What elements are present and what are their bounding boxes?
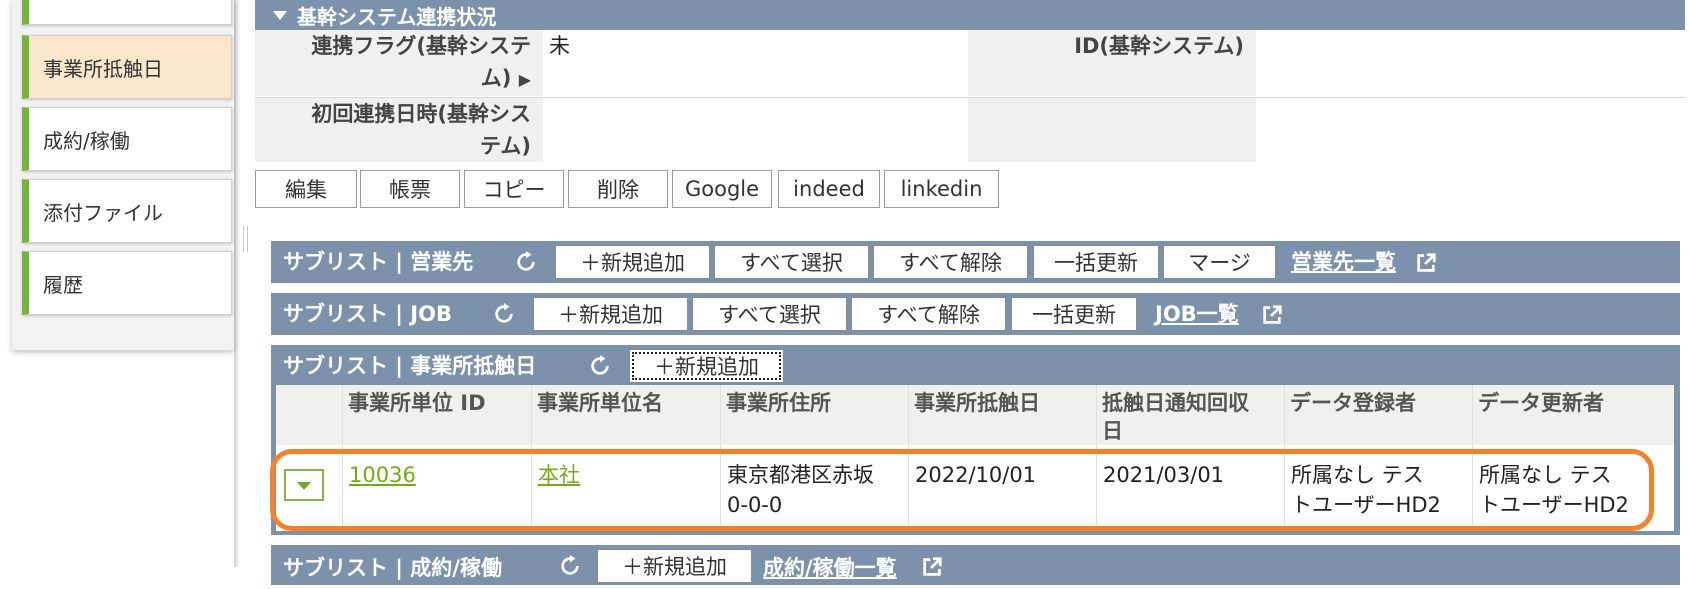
bulk-update-button[interactable]: 一括更新 — [1033, 245, 1159, 279]
sidebar-item-label: 成約/稼働 — [43, 128, 130, 153]
label-line: 初回連携日時(基幹シス — [311, 102, 531, 126]
sublist-job-bar: サブリスト | JOB ＋新規追加 すべて選択 すべて解除 一括更新 JOB一覧 — [271, 293, 1680, 335]
sidebar-item-history[interactable]: 履歴 — [22, 251, 232, 315]
sublist-title: サブリスト | 営業先 — [283, 250, 474, 274]
label-line: ム) ▶ — [255, 62, 531, 96]
label-line-text: ム) — [480, 66, 512, 90]
add-new-button[interactable]: ＋新規追加 — [597, 549, 752, 583]
link-flag-value: 未 — [549, 34, 570, 58]
add-new-button[interactable]: ＋新規追加 — [533, 297, 688, 331]
refresh-icon[interactable] — [493, 303, 515, 325]
merge-button[interactable]: マージ — [1163, 245, 1276, 279]
sidebar-item-attachments[interactable]: 添付ファイル — [22, 179, 232, 243]
label-line: 連携フラグ(基幹システ — [311, 34, 531, 58]
report-button[interactable]: 帳票 — [360, 170, 460, 208]
sublist-eigyo-bar: サブリスト | 営業先 ＋新規追加 すべて選択 すべて解除 一括更新 マージ 営… — [271, 241, 1680, 283]
bulk-update-button[interactable]: 一括更新 — [1011, 297, 1137, 331]
job-list-link[interactable]: JOB一覧 — [1155, 293, 1239, 335]
copy-button[interactable]: コピー — [464, 170, 564, 208]
column-header[interactable]: データ更新者 — [1478, 389, 1604, 417]
refresh-icon[interactable] — [559, 555, 581, 577]
label-line: テム) — [480, 134, 531, 158]
google-button[interactable]: Google — [672, 170, 772, 208]
column-header[interactable]: 抵触日通知回収 — [1102, 389, 1249, 417]
edit-button[interactable]: 編集 — [255, 170, 357, 208]
external-link-icon[interactable] — [1261, 304, 1283, 326]
sidebar-item-label: 添付ファイル — [43, 200, 163, 225]
column-header[interactable]: 事業所住所 — [726, 389, 831, 417]
external-link-icon[interactable] — [921, 556, 943, 578]
column-header[interactable]: データ登録者 — [1290, 389, 1416, 417]
link-flag-label: 連携フラグ(基幹システ ム) ▶ — [255, 30, 543, 96]
select-all-button[interactable]: すべて選択 — [714, 245, 869, 279]
refresh-icon[interactable] — [515, 251, 537, 273]
section-header[interactable]: 基幹システム連携状況 — [255, 0, 1685, 30]
sublist-title: サブリスト | 事業所抵触日 — [283, 354, 537, 378]
refresh-icon[interactable] — [589, 355, 611, 377]
column-header[interactable]: 事業所単位名 — [537, 389, 663, 417]
sublist-title: サブリスト | JOB — [283, 302, 452, 326]
collapse-triangle-icon — [273, 10, 287, 20]
first-link-date-label: 初回連携日時(基幹シス テム) — [255, 98, 543, 162]
sidebar-item-prev[interactable] — [22, 0, 232, 25]
indeed-button[interactable]: indeed — [778, 170, 880, 208]
play-triangle-icon[interactable]: ▶ — [519, 70, 531, 89]
select-all-button[interactable]: すべて選択 — [692, 297, 847, 331]
linkedin-button[interactable]: linkedin — [884, 170, 999, 208]
contract-list-link[interactable]: 成約/稼働一覧 — [763, 547, 897, 589]
id-label: ID(基幹システム) — [968, 30, 1256, 96]
add-new-button[interactable]: ＋新規追加 — [555, 245, 710, 279]
deselect-all-button[interactable]: すべて解除 — [873, 245, 1028, 279]
sublist-title: サブリスト | 成約/稼働 — [283, 556, 502, 580]
pane-shadow — [234, 0, 240, 567]
add-new-button[interactable]: ＋新規追加 — [629, 349, 784, 383]
table-header: 事業所単位 ID 事業所単位名 事業所住所 事業所抵触日 抵触日通知回収 日 デ… — [276, 385, 1674, 445]
deselect-all-button[interactable]: すべて解除 — [851, 297, 1006, 331]
sidebar: 事業所抵触日 成約/稼働 添付ファイル 履歴 — [12, 0, 234, 350]
sidebar-item-label: 履歴 — [43, 272, 83, 297]
column-header[interactable]: 事業所単位 ID — [348, 389, 486, 417]
sidebar-item-office-conflict-date[interactable]: 事業所抵触日 — [22, 35, 232, 99]
sidebar-item-label: 事業所抵触日 — [43, 56, 163, 81]
row-highlight-annotation — [270, 449, 1654, 531]
delete-button[interactable]: 削除 — [568, 170, 668, 208]
resize-handle[interactable] — [243, 226, 248, 252]
sidebar-item-contract[interactable]: 成約/稼働 — [22, 107, 232, 171]
eigyo-list-link[interactable]: 営業先一覧 — [1291, 241, 1396, 283]
section-title: 基幹システム連携状況 — [297, 4, 497, 29]
external-link-icon[interactable] — [1415, 252, 1437, 274]
column-header-wrap: 日 — [1102, 419, 1123, 443]
column-header[interactable]: 事業所抵触日 — [914, 389, 1040, 417]
sublist-contract-bar: サブリスト | 成約/稼働 ＋新規追加 成約/稼働一覧 — [271, 545, 1680, 585]
empty-label-cell — [968, 98, 1256, 162]
